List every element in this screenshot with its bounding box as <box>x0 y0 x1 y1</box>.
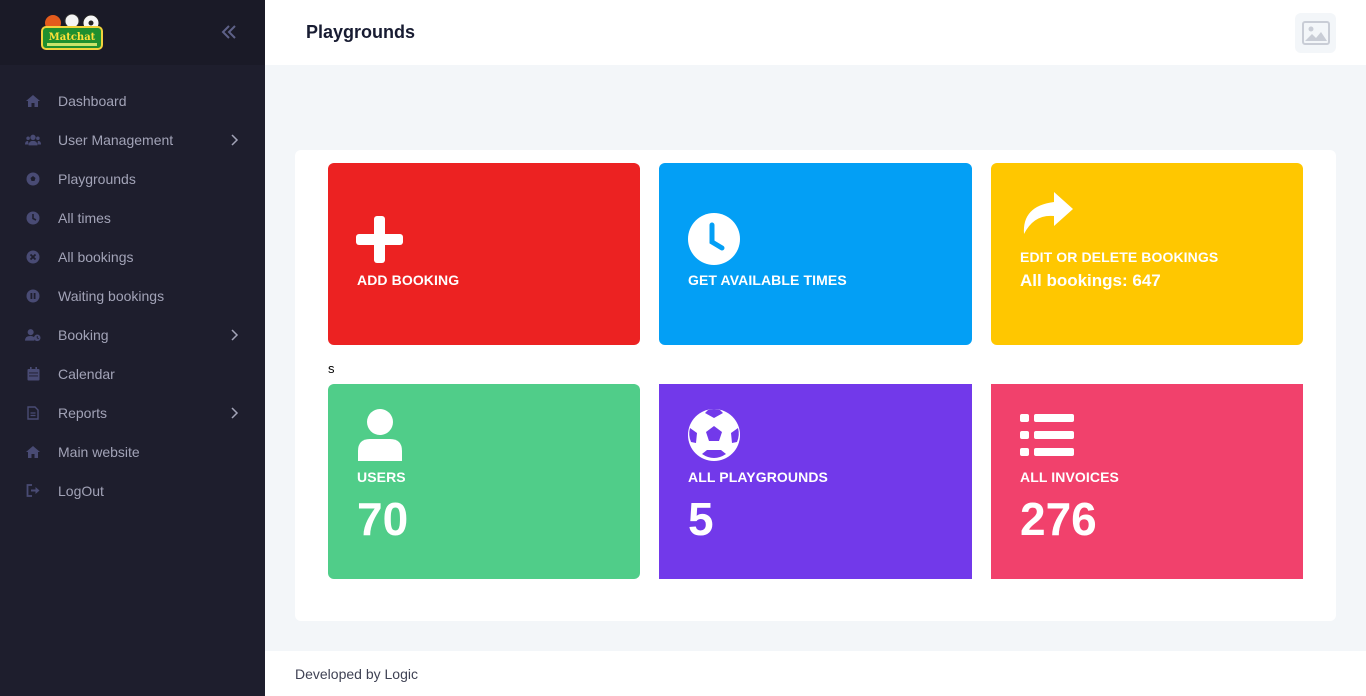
brand-area: Matchat <box>0 0 265 65</box>
users-label: USERS <box>357 469 406 485</box>
sidebar-item-label: Waiting bookings <box>58 287 165 304</box>
sidebar-item-label: Playgrounds <box>58 170 136 187</box>
sidebar-item-waiting-bookings[interactable]: Waiting bookings <box>0 276 265 315</box>
sign-out-icon <box>25 483 41 499</box>
sidebar: Matchat Dashboard User Management Playgr… <box>0 0 265 696</box>
sidebar-item-label: Dashboard <box>58 92 127 109</box>
edit-bookings-label: EDIT OR DELETE BOOKINGS <box>1020 249 1219 265</box>
futbol-icon <box>25 171 41 187</box>
clock-icon <box>25 210 41 226</box>
invoices-count: 276 <box>1020 493 1097 545</box>
matchat-logo[interactable]: Matchat <box>41 14 103 52</box>
plus-icon <box>356 216 403 263</box>
user-clock-icon <box>25 327 41 343</box>
invoices-tile[interactable]: ALL INVOICES 276 <box>991 384 1303 579</box>
pause-circle-icon <box>25 288 41 304</box>
clock-icon <box>688 213 740 265</box>
sidebar-item-label: User Management <box>58 131 174 148</box>
share-arrow-icon <box>1023 192 1073 234</box>
footer-text: Developed by Logic <box>295 666 418 682</box>
sidebar-item-main-website[interactable]: Main website <box>0 432 265 471</box>
times-circle-icon <box>25 249 41 265</box>
all-bookings-count: All bookings: 647 <box>1020 271 1161 290</box>
home-icon <box>25 444 41 460</box>
users-count: 70 <box>357 493 409 545</box>
sidebar-item-label: Booking <box>58 326 109 343</box>
playgrounds-label: ALL PLAYGROUNDS <box>688 469 828 485</box>
sidebar-item-dashboard[interactable]: Dashboard <box>0 81 265 120</box>
sidebar-item-label: All times <box>58 209 111 226</box>
sidebar-item-label: LogOut <box>58 482 104 499</box>
sidebar-item-label: Reports <box>58 404 108 421</box>
sidebar-item-playgrounds[interactable]: Playgrounds <box>0 159 265 198</box>
image-placeholder-icon <box>1301 21 1330 45</box>
top-header: Playgrounds <box>265 0 1366 65</box>
chevron-right-icon <box>231 329 239 341</box>
sidebar-item-label: Calendar <box>58 365 115 382</box>
users-icon <box>25 132 41 148</box>
footer: Developed by Logic <box>265 651 1366 696</box>
add-booking-label: ADD BOOKING <box>357 272 460 288</box>
sidebar-item-logout[interactable]: LogOut <box>0 471 265 510</box>
add-booking-tile[interactable]: ADD BOOKING <box>328 163 640 345</box>
stray-text: s <box>328 361 335 376</box>
collapse-sidebar-icon[interactable] <box>219 22 239 42</box>
calendar-icon <box>25 366 41 382</box>
playgrounds-count: 5 <box>688 493 714 545</box>
sidebar-menu: Dashboard User Management Playgrounds Al… <box>0 81 265 510</box>
users-tile[interactable]: USERS 70 <box>328 384 640 579</box>
chevron-right-icon <box>231 134 239 146</box>
sidebar-item-user-management[interactable]: User Management <box>0 120 265 159</box>
file-icon <box>25 405 41 421</box>
user-avatar[interactable] <box>1295 13 1336 53</box>
sidebar-item-label: Main website <box>58 443 140 460</box>
list-icon <box>1020 414 1074 456</box>
sidebar-item-label: All bookings <box>58 248 134 265</box>
sidebar-item-booking[interactable]: Booking <box>0 315 265 354</box>
sidebar-item-all-bookings[interactable]: All bookings <box>0 237 265 276</box>
home-icon <box>25 93 41 109</box>
soccer-ball-icon <box>688 409 740 461</box>
edit-bookings-tile[interactable]: EDIT OR DELETE BOOKINGS All bookings: 64… <box>991 163 1303 345</box>
sidebar-item-all-times[interactable]: All times <box>0 198 265 237</box>
chevron-right-icon <box>231 407 239 419</box>
svg-text:Matchat: Matchat <box>49 32 96 43</box>
available-times-tile[interactable]: GET AVAILABLE TIMES <box>659 163 972 345</box>
sidebar-item-calendar[interactable]: Calendar <box>0 354 265 393</box>
playgrounds-tile[interactable]: ALL PLAYGROUNDS 5 <box>659 384 972 579</box>
available-times-label: GET AVAILABLE TIMES <box>688 272 847 288</box>
page-title: Playgrounds <box>306 22 416 42</box>
user-icon <box>358 409 402 461</box>
invoices-label: ALL INVOICES <box>1020 469 1119 485</box>
sidebar-item-reports[interactable]: Reports <box>0 393 265 432</box>
